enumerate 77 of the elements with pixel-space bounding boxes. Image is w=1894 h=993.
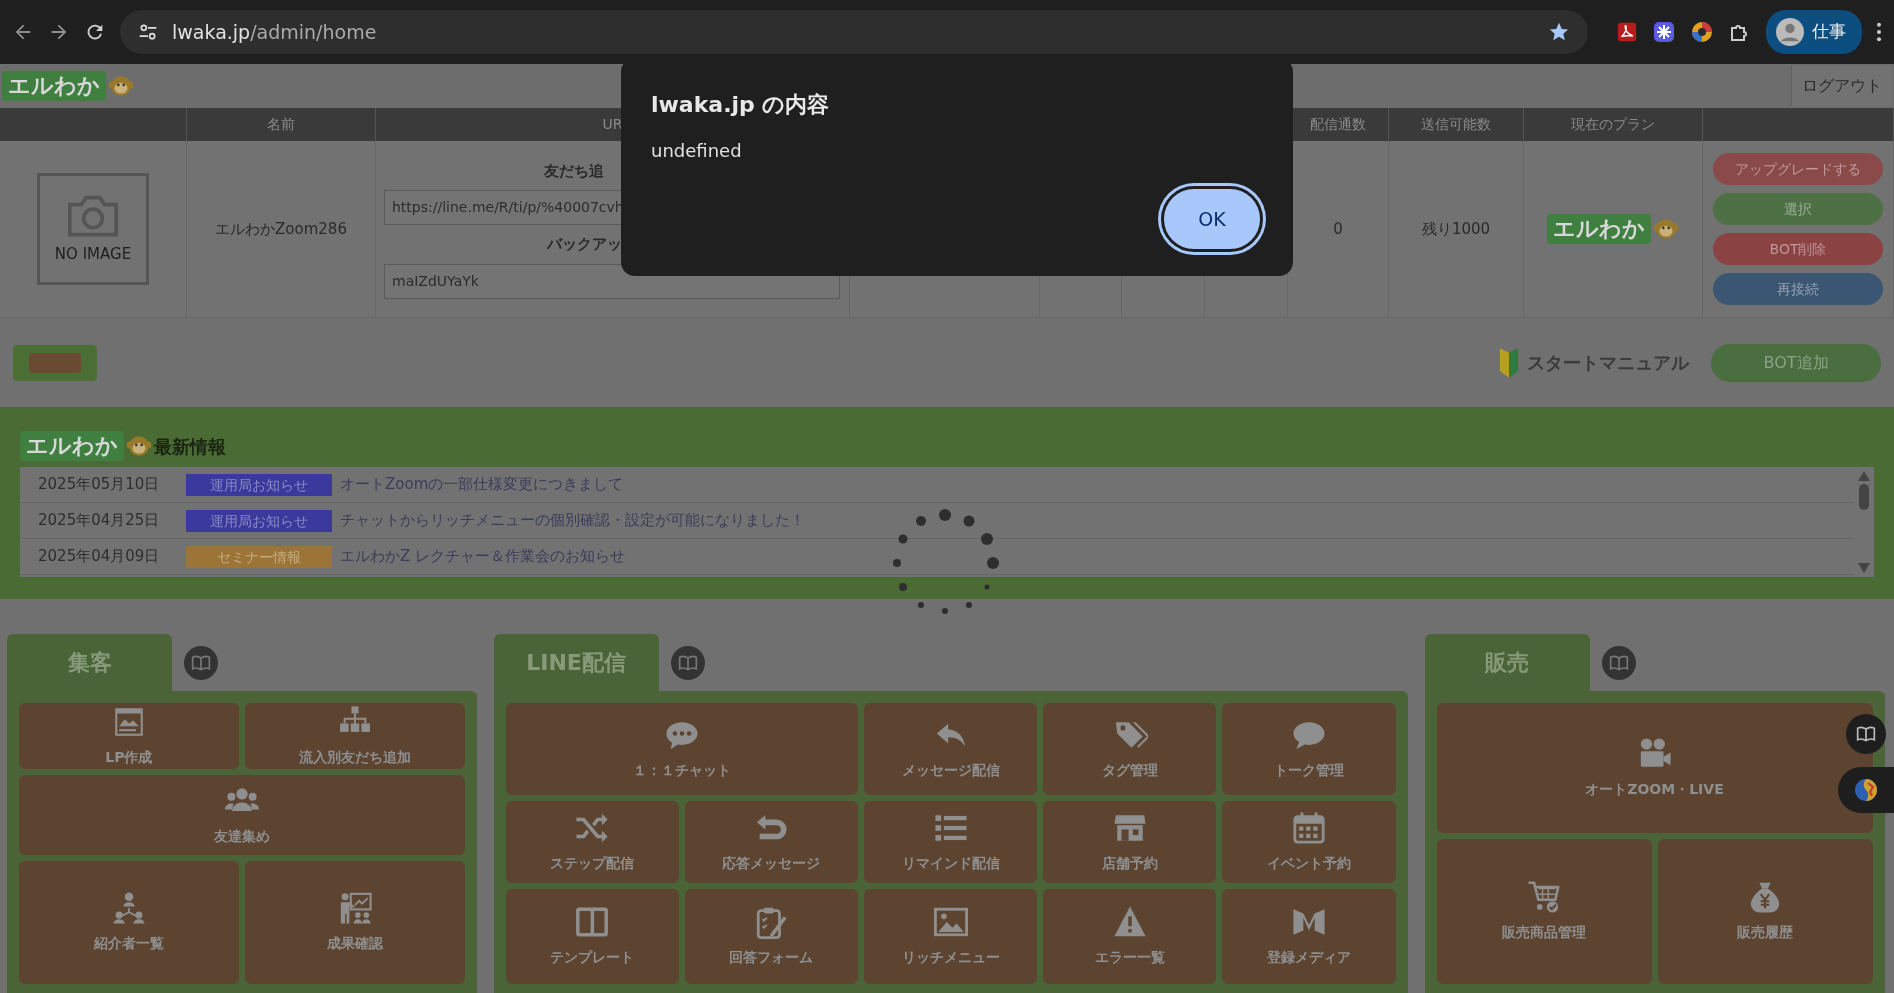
menu-tile[interactable]: タグ管理 xyxy=(1043,703,1217,795)
menu-tile[interactable]: 登録メディア xyxy=(1222,889,1396,984)
action-button[interactable]: 選択 xyxy=(1713,193,1883,225)
action-button[interactable]: アップグレードする xyxy=(1713,153,1883,185)
dialog-message: undefined xyxy=(651,139,743,163)
menu-tile[interactable]: リッチメニュー xyxy=(863,889,1038,984)
plan-logo-text: エルわか xyxy=(1547,214,1651,244)
table-cell-text: 0 xyxy=(1333,218,1343,240)
menu-tile[interactable]: イベント予約 xyxy=(1222,801,1396,883)
image-icon xyxy=(932,905,969,939)
section-tab[interactable]: 集客 xyxy=(7,634,172,691)
ok-button[interactable]: OK xyxy=(1161,186,1263,252)
section-tab[interactable]: 販売 xyxy=(1424,634,1590,691)
menu-tile[interactable]: 店舗予約 xyxy=(1043,801,1217,883)
address-bar[interactable]: lwaka.jp/admin/home xyxy=(120,10,1588,54)
menu-tile[interactable]: オートZOOM・LIVE xyxy=(1436,703,1873,833)
menu-tile[interactable]: 回答フォーム xyxy=(684,889,858,984)
menu-icon[interactable] xyxy=(1876,21,1882,43)
logout-link[interactable]: ログアウト xyxy=(1791,66,1892,106)
menu-tile[interactable]: 流入別友だち追加 xyxy=(244,703,465,769)
news-date: 2025年04月09日 xyxy=(38,546,161,568)
cart-icon xyxy=(1526,880,1562,914)
news-tag: セミナー情報 xyxy=(186,545,332,568)
calendar-icon xyxy=(1290,810,1327,845)
scrollbar-thumb[interactable] xyxy=(1859,484,1869,510)
column-header: 名前 xyxy=(187,108,376,141)
menu-tile[interactable]: 友達集め xyxy=(19,775,465,855)
menu-tile[interactable]: LP作成 xyxy=(19,703,239,769)
column-header: 送信可能数 xyxy=(1389,108,1524,141)
extension-badge-icon[interactable] xyxy=(1652,20,1676,44)
menu-tile[interactable]: 応答メッセージ xyxy=(684,801,858,883)
table-cell-text: 残り1000 xyxy=(1421,218,1491,240)
people-network-icon xyxy=(110,891,147,925)
column-header: 現在のプラン xyxy=(1524,108,1703,141)
menu-tile[interactable]: エラー一覧 xyxy=(1043,889,1217,984)
news-date: 2025年04月25日 xyxy=(38,510,161,532)
floating-globe-button[interactable] xyxy=(1838,767,1894,813)
monkey-icon xyxy=(108,73,134,99)
pdf-extension-icon[interactable] xyxy=(1616,21,1638,43)
profile-button[interactable]: 仕事 xyxy=(1766,10,1862,54)
bookmark-star-icon[interactable] xyxy=(1548,21,1570,43)
action-button[interactable]: 再接続 xyxy=(1713,273,1883,305)
url-text: lwaka.jp/admin/home xyxy=(172,19,377,45)
book-icon[interactable] xyxy=(184,645,218,680)
field-label: 友だち追 xyxy=(544,160,604,182)
menu-tile[interactable]: 紹介者一覧 xyxy=(19,861,239,984)
monkey-icon xyxy=(126,433,152,459)
bot-name: エルわかZoom286 xyxy=(215,218,347,240)
menu-tile[interactable]: テンプレート xyxy=(505,889,679,984)
book-icon[interactable] xyxy=(670,645,705,680)
menu-tile[interactable]: トーク管理 xyxy=(1222,703,1396,795)
site-settings-icon[interactable] xyxy=(138,22,158,42)
menu-tile[interactable]: 販売商品管理 xyxy=(1436,839,1652,984)
news-tag: 運用局お知らせ xyxy=(186,509,332,532)
logo-text: エルわか xyxy=(2,71,106,101)
add-bot-button[interactable]: BOT追加 xyxy=(1711,343,1881,382)
news-date: 2025年05月10日 xyxy=(38,474,161,496)
section-tab[interactable]: LINE配信 xyxy=(493,634,659,691)
menu-tile[interactable]: ステップ配信 xyxy=(505,801,679,883)
news-tag: 運用局お知らせ xyxy=(186,473,332,496)
menu-tile[interactable]: １：１チャット xyxy=(505,703,858,795)
field-label: バックアッ xyxy=(547,234,622,255)
menu-tile[interactable]: リマインド配信 xyxy=(863,801,1038,883)
image-placeholder-label: NO IMAGE xyxy=(54,243,132,265)
menu-tile[interactable]: 販売履歴 xyxy=(1657,839,1873,984)
monkey-icon xyxy=(1653,216,1679,242)
logo-text: エルわか xyxy=(20,431,124,461)
menu-tile[interactable]: 成果確認 xyxy=(244,861,465,984)
book-icon xyxy=(1856,724,1876,744)
avatar-icon xyxy=(1776,18,1804,46)
book-icon[interactable] xyxy=(1601,645,1636,680)
menu-tile[interactable]: メッセージ配信 xyxy=(863,703,1038,795)
columns-icon xyxy=(574,905,611,939)
color-wheel-icon[interactable] xyxy=(1690,20,1714,44)
globe-icon xyxy=(1854,778,1878,802)
action-button[interactable]: BOT削除 xyxy=(1713,233,1883,265)
news-title: 最新情報 xyxy=(154,434,226,459)
